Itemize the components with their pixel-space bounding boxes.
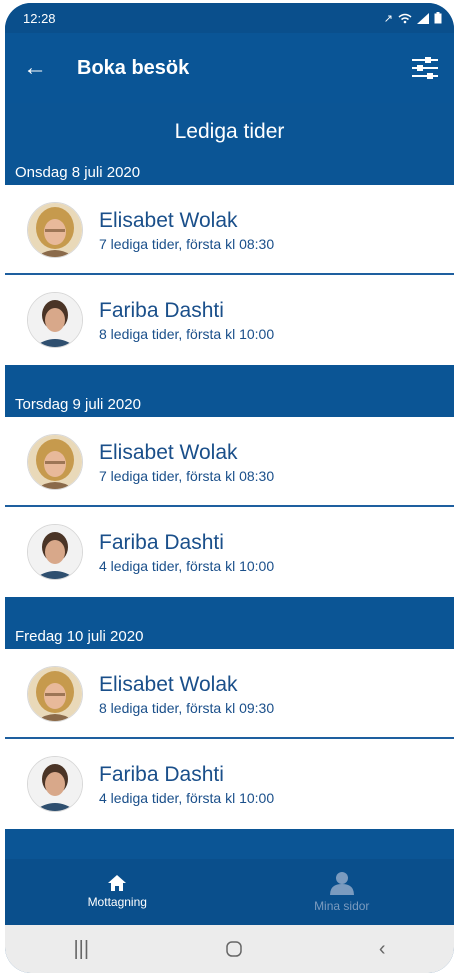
- system-nav-bar: ||| ‹: [5, 925, 454, 973]
- home-icon: [108, 875, 127, 891]
- provider-text: Fariba Dashti 4 lediga tider, första kl 1…: [99, 763, 274, 806]
- provider-name: Elisabet Wolak: [99, 672, 238, 696]
- provider-text: Fariba Dashti 4 lediga tider, första kl 1…: [99, 531, 274, 574]
- day-header: Onsdag 8 juli 2020: [5, 161, 454, 185]
- phone-screen: 12:28 ↗ ← Boka besök Lediga tider Onsdag…: [5, 3, 454, 973]
- avatar-image: [28, 525, 82, 579]
- recent-apps-icon[interactable]: |||: [73, 938, 89, 961]
- availability-info: 7 lediga tider, första kl 08:30: [99, 235, 275, 252]
- page-title: Boka besök: [77, 56, 190, 79]
- availability-info: 8 lediga tider, första kl 09:30: [99, 699, 275, 716]
- provider-name: Elisabet Wolak: [99, 440, 238, 464]
- mute-icon: ↗: [383, 12, 393, 25]
- provider-text: Fariba Dashti 8 lediga tider, första kl 1…: [99, 299, 274, 342]
- availability-info: 4 lediga tider, första kl 10:00: [99, 789, 275, 806]
- provider-row[interactable]: Elisabet Wolak 8 lediga tider, första kl …: [5, 649, 454, 739]
- avatar: [27, 524, 83, 580]
- nav-label: Mina sidor: [314, 899, 370, 913]
- home-button-icon[interactable]: [226, 941, 242, 957]
- bottom-nav: Mottagning Mina sidor: [5, 859, 454, 925]
- day-header: Torsdag 9 juli 2020: [5, 393, 454, 417]
- availability-info: 4 lediga tider, första kl 10:00: [99, 557, 275, 574]
- provider-text: Elisabet Wolak 8 lediga tider, första kl …: [99, 673, 274, 716]
- availability-info: 7 lediga tider, första kl 08:30: [99, 467, 275, 484]
- nav-label: Mottagning: [87, 895, 147, 909]
- day-spacer: [5, 365, 454, 393]
- provider-name: Elisabet Wolak: [99, 208, 238, 232]
- status-time: 12:28: [23, 10, 56, 26]
- avatar: [27, 756, 83, 812]
- provider-row[interactable]: Fariba Dashti 4 lediga tider, första kl 1…: [5, 739, 454, 829]
- avatar: [27, 202, 83, 258]
- avatar-image: [28, 667, 82, 721]
- availability-info: 8 lediga tider, första kl 10:00: [99, 325, 275, 342]
- nav-item-mina-sidor[interactable]: Mina sidor: [230, 859, 455, 925]
- avatar-image: [28, 757, 82, 811]
- avatar: [27, 434, 83, 490]
- status-bar: 12:28 ↗: [5, 3, 454, 33]
- signal-icon: [417, 12, 429, 24]
- avatar-image: [28, 203, 82, 257]
- provider-row[interactable]: Fariba Dashti 4 lediga tider, första kl 1…: [5, 507, 454, 597]
- provider-name: Fariba Dashti: [99, 762, 224, 786]
- day-header: Fredag 10 juli 2020: [5, 625, 454, 649]
- provider-name: Fariba Dashti: [99, 298, 224, 322]
- day-list: Onsdag 8 juli 2020 Elisabet Wolak 7 lediga…: [5, 161, 454, 829]
- provider-row[interactable]: Elisabet Wolak 7 lediga tider, första kl …: [5, 417, 454, 507]
- day-spacer: [5, 597, 454, 625]
- provider-row[interactable]: Elisabet Wolak 7 lediga tider, första kl …: [5, 185, 454, 275]
- back-arrow-icon[interactable]: ←: [23, 54, 63, 82]
- provider-text: Elisabet Wolak 7 lediga tider, första kl …: [99, 209, 274, 252]
- person-icon: [329, 872, 354, 895]
- avatar: [27, 292, 83, 348]
- section-title: Lediga tider: [5, 103, 454, 161]
- app-bar: ← Boka besök: [5, 33, 454, 103]
- avatar-image: [28, 293, 82, 347]
- wifi-icon: [398, 13, 412, 23]
- back-button-icon[interactable]: ‹: [379, 938, 386, 961]
- provider-text: Elisabet Wolak 7 lediga tider, första kl …: [99, 441, 274, 484]
- filter-settings-icon[interactable]: [410, 56, 440, 80]
- avatar-image: [28, 435, 82, 489]
- provider-name: Fariba Dashti: [99, 530, 224, 554]
- provider-row[interactable]: Fariba Dashti 8 lediga tider, första kl 1…: [5, 275, 454, 365]
- battery-icon: [434, 12, 442, 24]
- nav-item-mottagning[interactable]: Mottagning: [5, 859, 230, 925]
- avatar: [27, 666, 83, 722]
- status-icons: ↗: [384, 12, 442, 25]
